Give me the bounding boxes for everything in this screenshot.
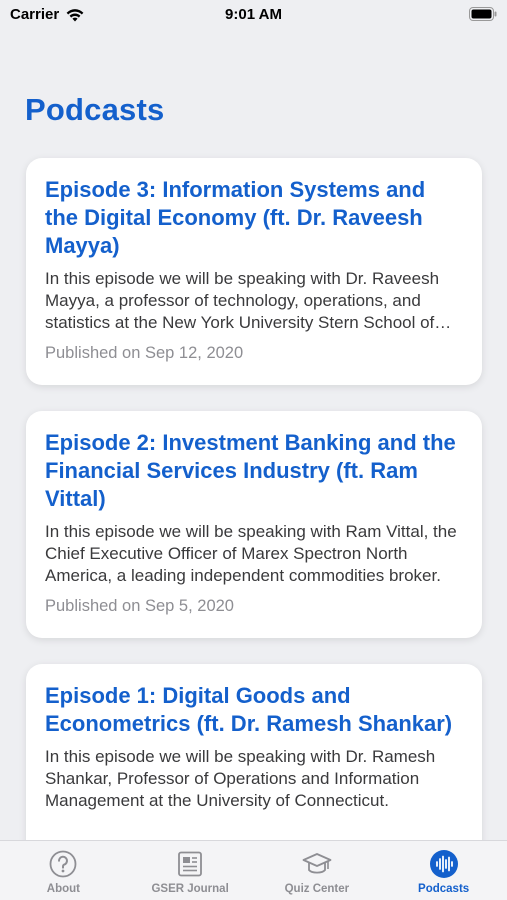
tab-label: Podcasts bbox=[418, 883, 470, 895]
page-title: Podcasts bbox=[25, 92, 165, 127]
tab-label: About bbox=[46, 883, 80, 895]
newspaper-icon bbox=[178, 851, 203, 877]
status-bar: Carrier 9:01 AM bbox=[0, 0, 507, 30]
episode-title: Episode 2: Investment Banking and the Fi… bbox=[45, 430, 456, 511]
episode-title: Episode 1: Digital Goods and Econometric… bbox=[45, 683, 453, 736]
question-circle-icon bbox=[49, 850, 77, 878]
tab-gser-journal[interactable]: GSER Journal bbox=[127, 841, 254, 900]
battery-icon bbox=[469, 7, 497, 21]
tab-label: Quiz Center bbox=[284, 883, 350, 895]
tab-podcasts[interactable]: Podcasts bbox=[380, 841, 507, 900]
tab-bar: About GSER Journal Quiz Center Podcasts bbox=[0, 840, 507, 900]
episode-card[interactable]: Episode 3: Information Systems and the D… bbox=[26, 158, 482, 385]
graduation-cap-icon bbox=[302, 853, 332, 874]
tab-quiz-center[interactable]: Quiz Center bbox=[254, 841, 381, 900]
episode-card[interactable]: Episode 2: Investment Banking and the Fi… bbox=[26, 411, 482, 638]
episode-description: In this episode we will be speaking with… bbox=[45, 522, 457, 585]
podcasts-screen: Carrier 9:01 AM Podcasts Episode 3: Info… bbox=[0, 0, 507, 900]
tab-about[interactable]: About bbox=[0, 841, 127, 900]
episode-description: In this episode we will be speaking with… bbox=[45, 747, 436, 810]
episode-title: Episode 3: Information Systems and the D… bbox=[45, 177, 426, 258]
waveform-icon bbox=[429, 850, 458, 878]
episode-date: Published on Sep 12, 2020 bbox=[45, 344, 244, 362]
status-time: 9:01 AM bbox=[225, 6, 282, 23]
tab-label: GSER Journal bbox=[151, 883, 229, 895]
episode-date: Published on Sep 5, 2020 bbox=[45, 597, 234, 615]
episode-description: In this episode we will be speaking with… bbox=[45, 269, 440, 332]
